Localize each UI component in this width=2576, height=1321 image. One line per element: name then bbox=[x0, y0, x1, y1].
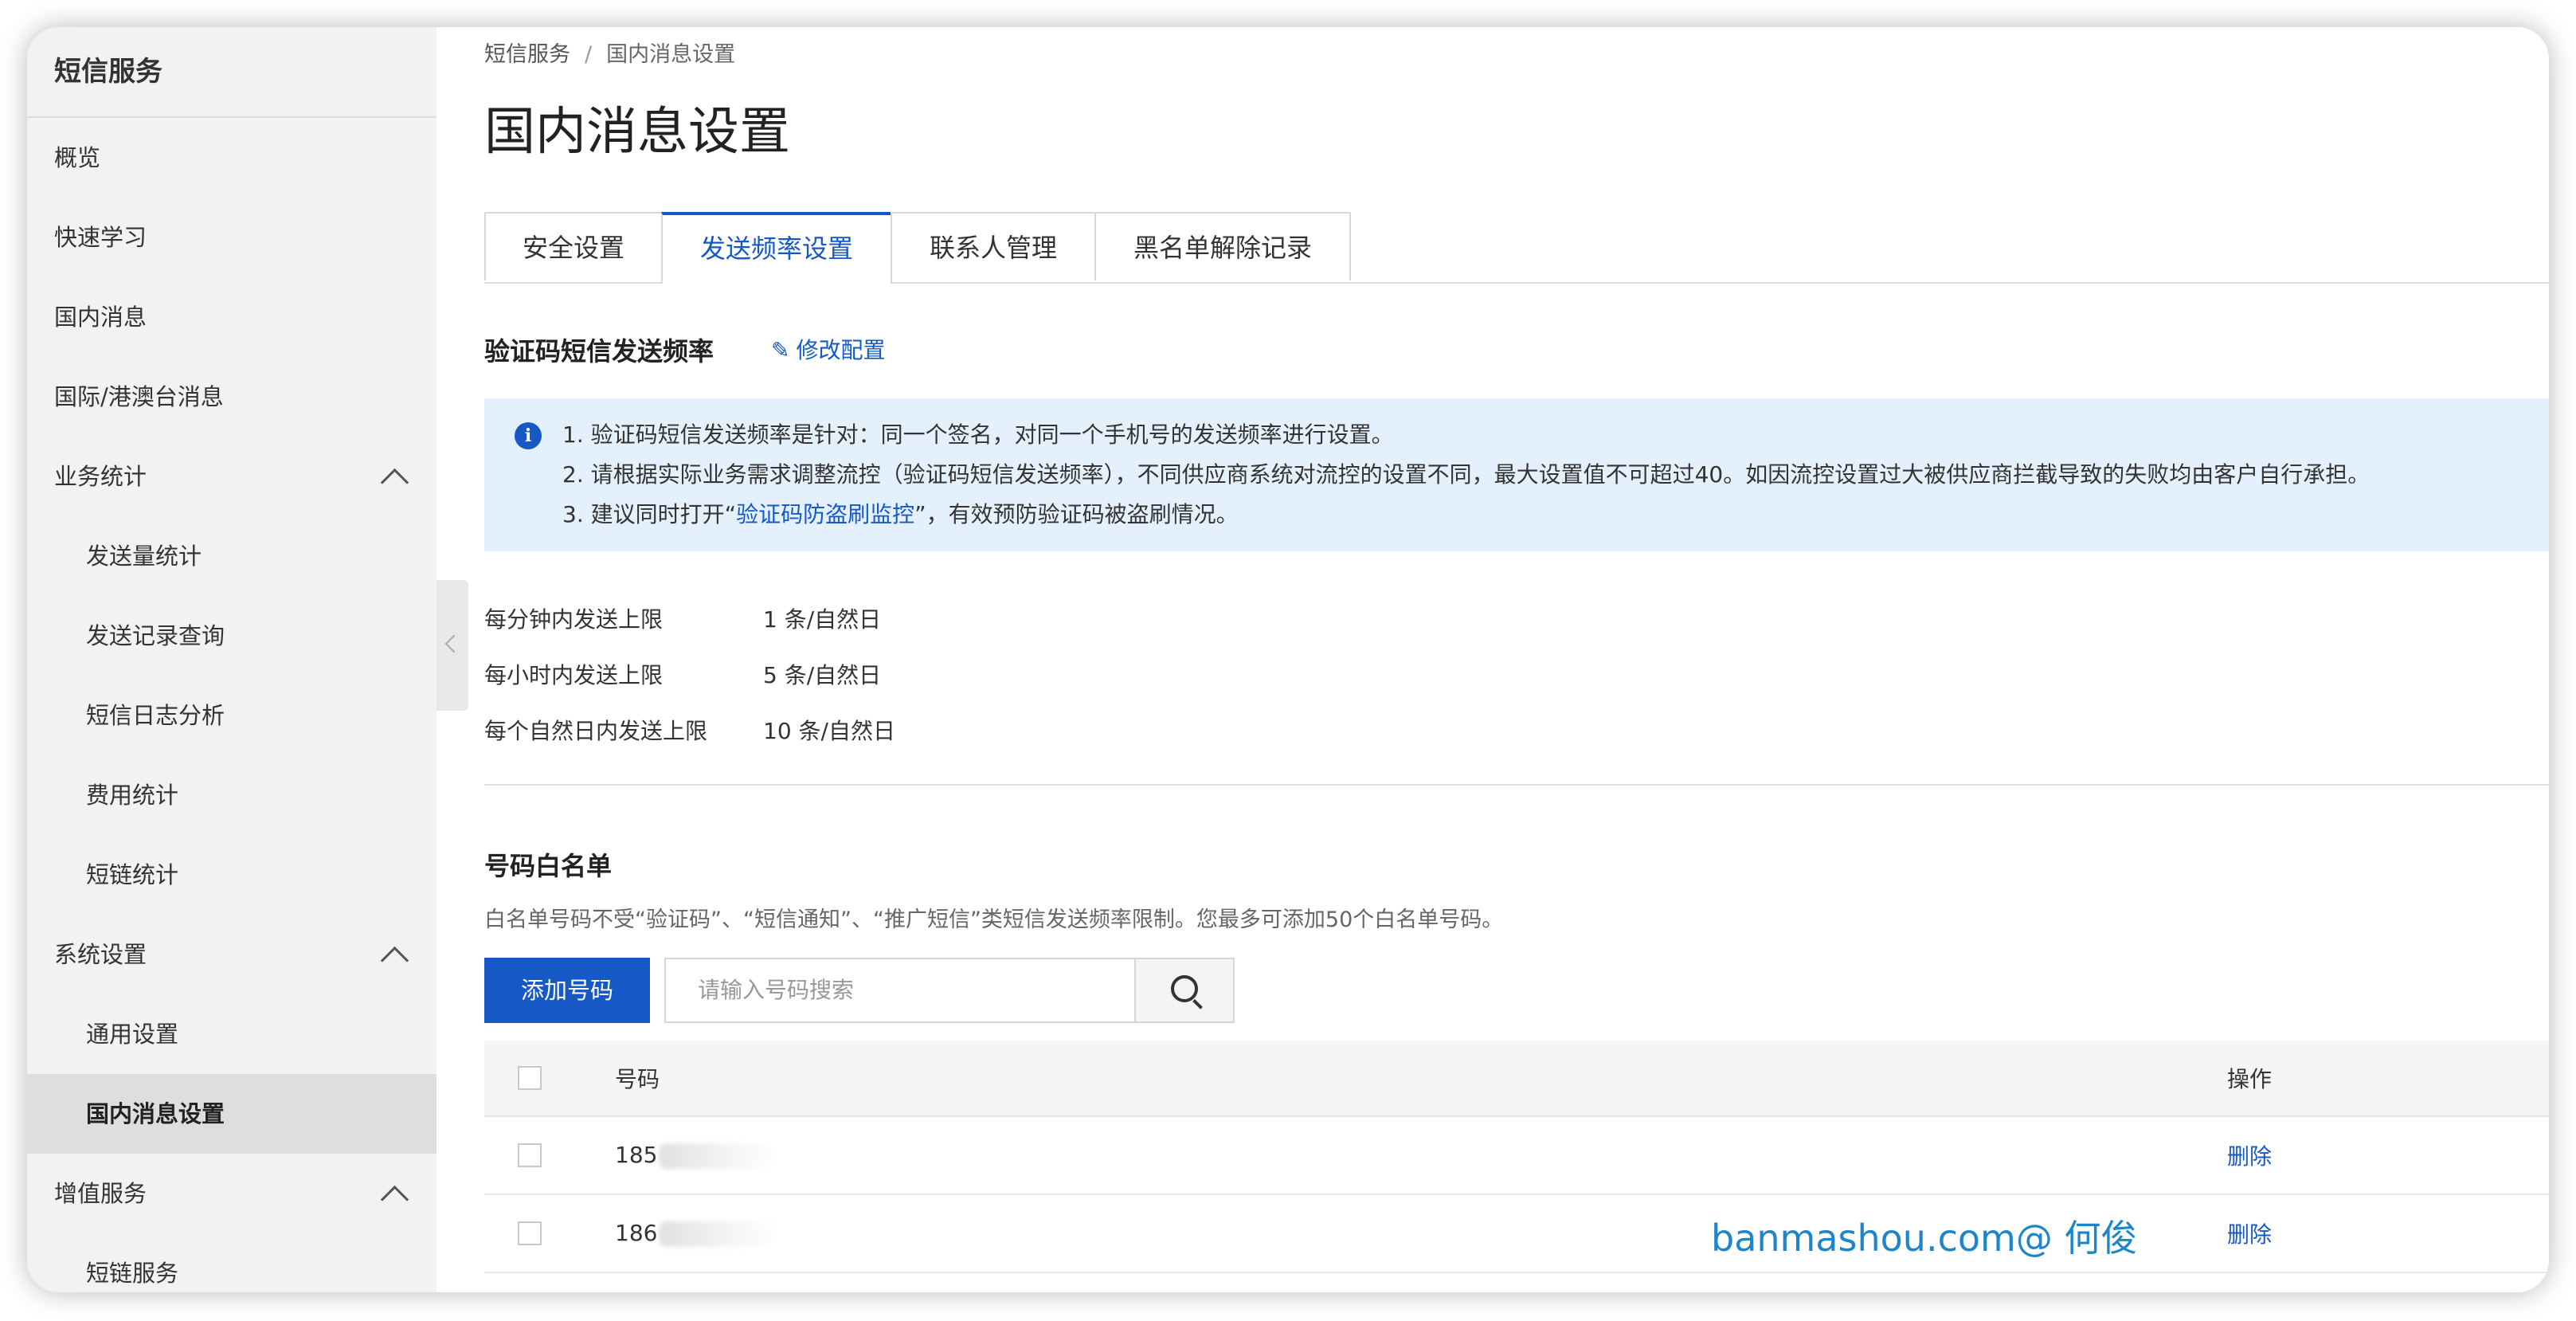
sidebar-item-send-record-query[interactable]: 发送记录查询 bbox=[27, 596, 437, 676]
sidebar-item-label: 通用设置 bbox=[86, 1021, 179, 1048]
sidebar-item-send-volume-stats[interactable]: 发送量统计 bbox=[27, 516, 437, 596]
sidebar-item-label: 业务统计 bbox=[54, 463, 147, 490]
sidebar-item-short-link-service[interactable]: 短链服务 bbox=[27, 1233, 437, 1292]
sidebar: 短信服务 概览 快速学习 国内消息 国际/港澳台消息 业务统计 发送量统计 发送… bbox=[27, 27, 437, 1292]
tab-bar: 安全设置 发送频率设置 联系人管理 黑名单解除记录 bbox=[484, 212, 2549, 284]
sidebar-group-business-stats[interactable]: 业务统计 bbox=[27, 437, 437, 516]
tab-blacklist-release-records[interactable]: 黑名单解除记录 bbox=[1094, 212, 1351, 280]
sidebar-group-system-settings[interactable]: 系统设置 bbox=[27, 915, 437, 994]
sidebar-group-value-added-services[interactable]: 增值服务 bbox=[27, 1154, 437, 1233]
number-search-input[interactable]: 请输入号码搜索 bbox=[664, 958, 1134, 1023]
sidebar-item-label: 概览 bbox=[54, 144, 101, 171]
pencil-icon: ✎ bbox=[771, 337, 790, 363]
sidebar-item-short-link-stats[interactable]: 短链统计 bbox=[27, 835, 437, 915]
phone-number-prefix: 186 bbox=[615, 1220, 658, 1246]
sidebar-item-sms-log-analysis[interactable]: 短信日志分析 bbox=[27, 676, 437, 755]
page-title: 国内消息设置 bbox=[484, 103, 790, 162]
tab-security-settings[interactable]: 安全设置 bbox=[484, 212, 663, 280]
table-row: 186 删除 bbox=[484, 1195, 2549, 1273]
tab-send-frequency-settings[interactable]: 发送频率设置 bbox=[661, 212, 892, 284]
add-number-button[interactable]: 添加号码 bbox=[484, 958, 650, 1023]
delete-link[interactable]: 删除 bbox=[2227, 1217, 2272, 1249]
sidebar-title: 短信服务 bbox=[27, 27, 437, 118]
phone-number: 186 bbox=[615, 1220, 779, 1247]
phone-number: 185 bbox=[615, 1142, 779, 1169]
notice-line-1: 1. 验证码短信发送频率是针对：同一个签名，对同一个手机号的发送频率进行设置。 bbox=[562, 421, 1394, 448]
edit-config-link[interactable]: ✎ 修改配置 bbox=[771, 333, 885, 365]
sidebar-item-label: 国内消息设置 bbox=[86, 1100, 225, 1127]
breadcrumb-separator: / bbox=[585, 42, 593, 67]
info-notice: i 1. 验证码短信发送频率是针对：同一个签名，对同一个手机号的发送频率进行设置… bbox=[484, 398, 2549, 551]
limit-key: 每个自然日内发送上限 bbox=[484, 718, 708, 744]
sidebar-item-quick-learn[interactable]: 快速学习 bbox=[27, 198, 437, 277]
notice-line-2: 2. 请根据实际业务需求调整流控（验证码短信发送频率），不同供应商系统对流控的设… bbox=[562, 461, 2370, 488]
edit-config-label: 修改配置 bbox=[796, 337, 886, 363]
whitelist-table: 号码 操作 185 删除 186 删除 bbox=[484, 1041, 2549, 1273]
sidebar-item-label: 国内消息 bbox=[54, 304, 147, 331]
limit-value: 10 条/自然日 bbox=[763, 718, 895, 744]
redacted-digits bbox=[659, 1143, 779, 1169]
breadcrumb-current: 国内消息设置 bbox=[606, 42, 736, 67]
notice-line-3: 3. 建议同时打开“验证码防盗刷监控”，有效预防验证码被盗刷情况。 bbox=[562, 497, 1239, 529]
search-button[interactable] bbox=[1134, 958, 1235, 1023]
phone-number-prefix: 185 bbox=[615, 1142, 658, 1168]
chevron-up-icon bbox=[380, 1185, 409, 1214]
breadcrumb-root[interactable]: 短信服务 bbox=[484, 42, 570, 67]
breadcrumb: 短信服务 / 国内消息设置 bbox=[484, 37, 735, 68]
sidebar-item-label: 发送记录查询 bbox=[86, 622, 225, 649]
chevron-up-icon bbox=[380, 468, 409, 497]
limit-key: 每分钟内发送上限 bbox=[484, 606, 664, 633]
row-checkbox[interactable] bbox=[518, 1221, 542, 1245]
sidebar-item-label: 快速学习 bbox=[54, 224, 147, 251]
search-icon bbox=[1171, 975, 1198, 1002]
sidebar-item-domestic-message-settings[interactable]: 国内消息设置 bbox=[27, 1074, 437, 1154]
sidebar-item-label: 费用统计 bbox=[86, 782, 179, 809]
notice-line-3-prefix: 3. 建议同时打开“ bbox=[562, 501, 737, 527]
main-content: 短信服务 / 国内消息设置 国内消息设置 安全设置 发送频率设置 联系人管理 黑名单… bbox=[484, 27, 2549, 1292]
info-icon: i bbox=[515, 422, 542, 449]
limit-value: 1 条/自然日 bbox=[763, 606, 882, 633]
chevron-left-icon bbox=[444, 634, 464, 653]
delete-link[interactable]: 删除 bbox=[2227, 1139, 2272, 1171]
select-all-checkbox[interactable] bbox=[518, 1066, 542, 1090]
whitelist-description: 白名单号码不受“验证码”、“短信通知”、“推广短信”类短信发送频率限制。您最多可… bbox=[484, 907, 1504, 932]
sidebar-item-international-messages[interactable]: 国际/港澳台消息 bbox=[27, 357, 437, 437]
redacted-digits bbox=[659, 1221, 779, 1247]
frequency-section-title: 验证码短信发送频率 bbox=[484, 336, 714, 367]
app-window: 短信服务 概览 快速学习 国内消息 国际/港澳台消息 业务统计 发送量统计 发送… bbox=[27, 27, 2549, 1292]
sidebar-item-label: 增值服务 bbox=[54, 1180, 147, 1207]
sidebar-item-overview[interactable]: 概览 bbox=[27, 118, 437, 198]
sidebar-item-label: 短链统计 bbox=[86, 861, 179, 888]
watermark: banmashou.com@ 何俊 bbox=[1711, 1217, 2138, 1260]
sidebar-item-label: 短信日志分析 bbox=[86, 702, 225, 729]
sidebar-item-label: 国际/港澳台消息 bbox=[54, 383, 224, 410]
chevron-up-icon bbox=[380, 946, 409, 975]
table-header: 号码 操作 bbox=[484, 1041, 2549, 1117]
whitelist-title: 号码白名单 bbox=[484, 851, 613, 881]
sidebar-collapse-handle[interactable] bbox=[437, 580, 468, 711]
notice-line-3-suffix: ”，有效预防验证码被盗刷情况。 bbox=[914, 501, 1239, 527]
limit-value: 5 条/自然日 bbox=[763, 662, 882, 688]
sidebar-item-cost-stats[interactable]: 费用统计 bbox=[27, 755, 437, 835]
tab-contact-management[interactable]: 联系人管理 bbox=[891, 212, 1096, 280]
column-header-number: 号码 bbox=[615, 1066, 660, 1092]
sidebar-item-label: 短链服务 bbox=[86, 1260, 179, 1287]
table-row: 185 删除 bbox=[484, 1117, 2549, 1195]
captcha-anti-fraud-monitor-link[interactable]: 验证码防盗刷监控 bbox=[736, 501, 914, 527]
section-divider bbox=[484, 784, 2549, 786]
row-checkbox[interactable] bbox=[518, 1143, 542, 1167]
sidebar-item-domestic-messages[interactable]: 国内消息 bbox=[27, 277, 437, 357]
sidebar-item-label: 系统设置 bbox=[54, 941, 147, 968]
sidebar-item-label: 发送量统计 bbox=[86, 543, 202, 570]
limit-key: 每小时内发送上限 bbox=[484, 662, 664, 688]
sidebar-item-general-settings[interactable]: 通用设置 bbox=[27, 994, 437, 1074]
column-header-operation: 操作 bbox=[2227, 1066, 2273, 1092]
